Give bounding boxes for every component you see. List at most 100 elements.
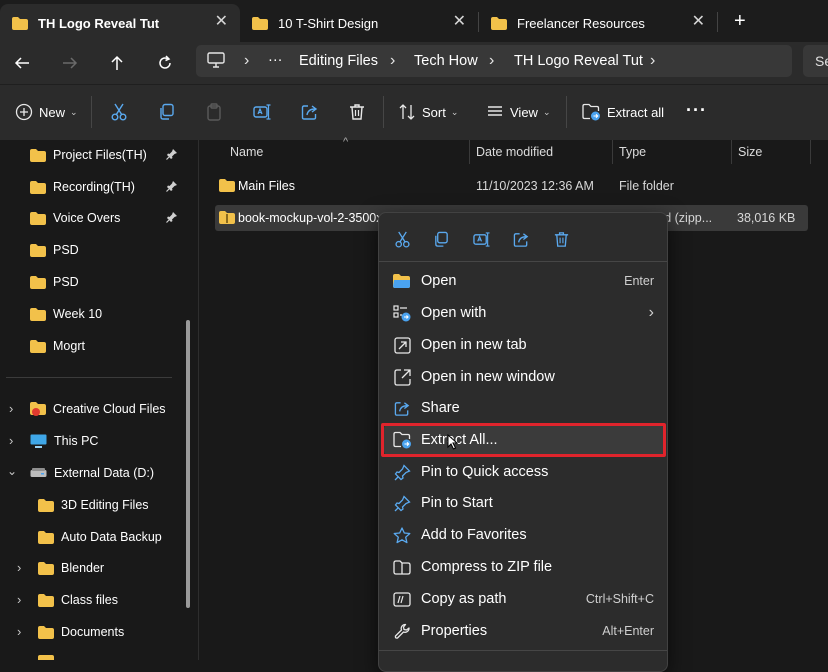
refresh-button[interactable] <box>152 50 178 76</box>
menu-item-open-with[interactable]: Open with › <box>384 298 664 328</box>
column-divider[interactable] <box>469 140 470 164</box>
chevron-down-icon[interactable]: ⌄ <box>7 464 17 478</box>
computer-icon <box>207 52 225 68</box>
menu-item-shortcut: Ctrl+Shift+C <box>585 592 654 606</box>
up-button[interactable] <box>104 50 130 76</box>
nav-item-project-files[interactable]: Project Files(TH) <box>0 140 220 170</box>
new-tab-button[interactable]: + <box>734 10 746 33</box>
tab-th-logo-reveal[interactable]: TH Logo Reveal Tut ✕ <box>0 4 240 42</box>
drive-icon <box>30 468 47 477</box>
context-delete-button[interactable] <box>548 228 574 250</box>
sort-button[interactable]: Sort ⌄ <box>398 102 458 122</box>
chevron-right-icon[interactable]: › <box>17 624 21 639</box>
column-divider[interactable] <box>810 140 811 164</box>
menu-item-pin-to-quick-access[interactable]: Pin to Quick access <box>384 457 664 487</box>
context-cut-button[interactable] <box>389 228 415 250</box>
copy-icon <box>160 103 174 120</box>
share-button[interactable] <box>301 102 319 122</box>
context-share-button[interactable] <box>508 228 534 250</box>
nav-item-label: Creative Cloud Files <box>53 402 166 416</box>
column-header-date[interactable]: Date modified <box>476 145 553 159</box>
breadcrumb-th-logo-reveal[interactable]: TH Logo Reveal Tut <box>514 53 643 69</box>
nav-item-documents[interactable]: › Documents <box>0 617 228 647</box>
menu-item-properties[interactable]: Properties Alt+Enter <box>384 616 664 646</box>
nav-item-psd-2[interactable]: PSD <box>0 267 220 297</box>
pin-icon <box>392 463 412 481</box>
nav-item-recording[interactable]: Recording(TH) <box>0 172 220 202</box>
close-icon[interactable]: ✕ <box>453 14 466 30</box>
menu-item-shortcut: Alt+Enter <box>602 624 654 638</box>
nav-item-class-files[interactable]: › Class files <box>0 585 228 615</box>
column-header-name[interactable]: Name <box>230 145 263 159</box>
delete-button[interactable] <box>348 102 366 122</box>
share-icon <box>301 105 318 120</box>
arrow-left-icon <box>14 57 29 69</box>
column-header-type[interactable]: Type <box>619 145 646 159</box>
tab-freelancer-resources[interactable]: Freelancer Resources ✕ <box>479 4 717 42</box>
menu-item-pin-to-start[interactable]: Pin to Start <box>384 488 664 518</box>
nav-item-external-data[interactable]: ⌄ External Data (D:) <box>0 458 220 488</box>
folder-icon <box>38 593 54 607</box>
open-with-icon <box>392 304 412 322</box>
tab-title: Freelancer Resources <box>517 15 645 31</box>
nav-item-mogrt[interactable]: Mogrt <box>0 331 220 361</box>
scissors-icon <box>394 231 410 248</box>
separator <box>383 96 384 128</box>
forward-button[interactable] <box>57 50 83 76</box>
view-button[interactable]: View ⌄ <box>486 102 551 122</box>
column-header-size[interactable]: Size <box>738 145 762 159</box>
nav-item-week-10[interactable]: Week 10 <box>0 299 220 329</box>
menu-item-share[interactable]: Share <box>384 393 664 423</box>
extract-all-button[interactable]: Extract all <box>582 102 664 122</box>
nav-item-blender[interactable]: › Blender <box>0 553 228 583</box>
table-row[interactable]: Main Files 11/10/2023 12:36 AM File fold… <box>215 173 808 199</box>
cut-button[interactable] <box>110 102 128 122</box>
context-rename-button[interactable] <box>468 228 494 250</box>
menu-item-open-in-new-tab[interactable]: Open in new tab <box>384 330 664 360</box>
menu-item-add-to-favorites[interactable]: Add to Favorites <box>384 520 664 550</box>
chevron-right-icon[interactable]: › <box>9 401 13 416</box>
paste-button[interactable] <box>205 102 223 122</box>
column-divider[interactable] <box>731 140 732 164</box>
rename-icon <box>253 104 271 120</box>
menu-item-open[interactable]: Open Enter <box>384 266 664 296</box>
search-input[interactable]: Se <box>803 45 828 77</box>
folder-icon <box>38 625 54 639</box>
nav-item-voice-overs[interactable]: Voice Overs <box>0 203 220 233</box>
menu-item-open-in-new-window[interactable]: Open in new window <box>384 362 664 392</box>
new-button[interactable]: New ⌄ <box>15 102 78 122</box>
folder-icon <box>38 498 54 512</box>
copy-button[interactable] <box>158 102 176 122</box>
nav-item-auto-data-backup[interactable]: Auto Data Backup <box>0 522 228 552</box>
close-icon[interactable]: ✕ <box>215 14 228 30</box>
chevron-right-icon[interactable]: › <box>9 433 13 448</box>
context-divider <box>379 261 667 262</box>
nav-item-psd[interactable]: PSD <box>0 235 220 265</box>
breadcrumb-more[interactable]: ··· <box>268 52 283 68</box>
column-divider[interactable] <box>612 140 613 164</box>
context-copy-button[interactable] <box>428 228 454 250</box>
close-icon[interactable]: ✕ <box>692 14 705 30</box>
menu-item-shortcut: Enter <box>624 274 654 288</box>
menu-item-copy-as-path[interactable]: Copy as path Ctrl+Shift+C <box>384 584 664 614</box>
breadcrumb-tech-how[interactable]: Tech How <box>414 53 478 69</box>
nav-item-this-pc[interactable]: › This PC <box>0 426 220 456</box>
chevron-right-icon[interactable]: › <box>17 560 21 575</box>
more-options-button[interactable]: ··· <box>686 100 707 121</box>
tab-divider <box>717 12 718 32</box>
file-name: book-mockup-vol-2-3500x <box>238 211 383 225</box>
nav-item-3d-editing-files[interactable]: 3D Editing Files <box>0 490 228 520</box>
chevron-right-icon[interactable]: › <box>17 592 21 607</box>
back-button[interactable] <box>9 50 35 76</box>
folder-icon <box>30 243 46 257</box>
nav-item-label: Mogrt <box>53 339 85 353</box>
extract-all-label: Extract all <box>607 104 665 120</box>
tab-t-shirt-design[interactable]: 10 T-Shirt Design ✕ <box>240 4 478 42</box>
nav-item-creative-cloud[interactable]: › Creative Cloud Files <box>0 394 220 424</box>
zip-icon <box>392 559 412 575</box>
nav-item-label: Week 10 <box>53 307 103 321</box>
breadcrumb-editing-files[interactable]: Editing Files <box>299 53 378 69</box>
folder-icon <box>252 16 268 30</box>
menu-item-compress-to-zip[interactable]: Compress to ZIP file <box>384 552 664 582</box>
rename-button[interactable] <box>253 102 271 122</box>
